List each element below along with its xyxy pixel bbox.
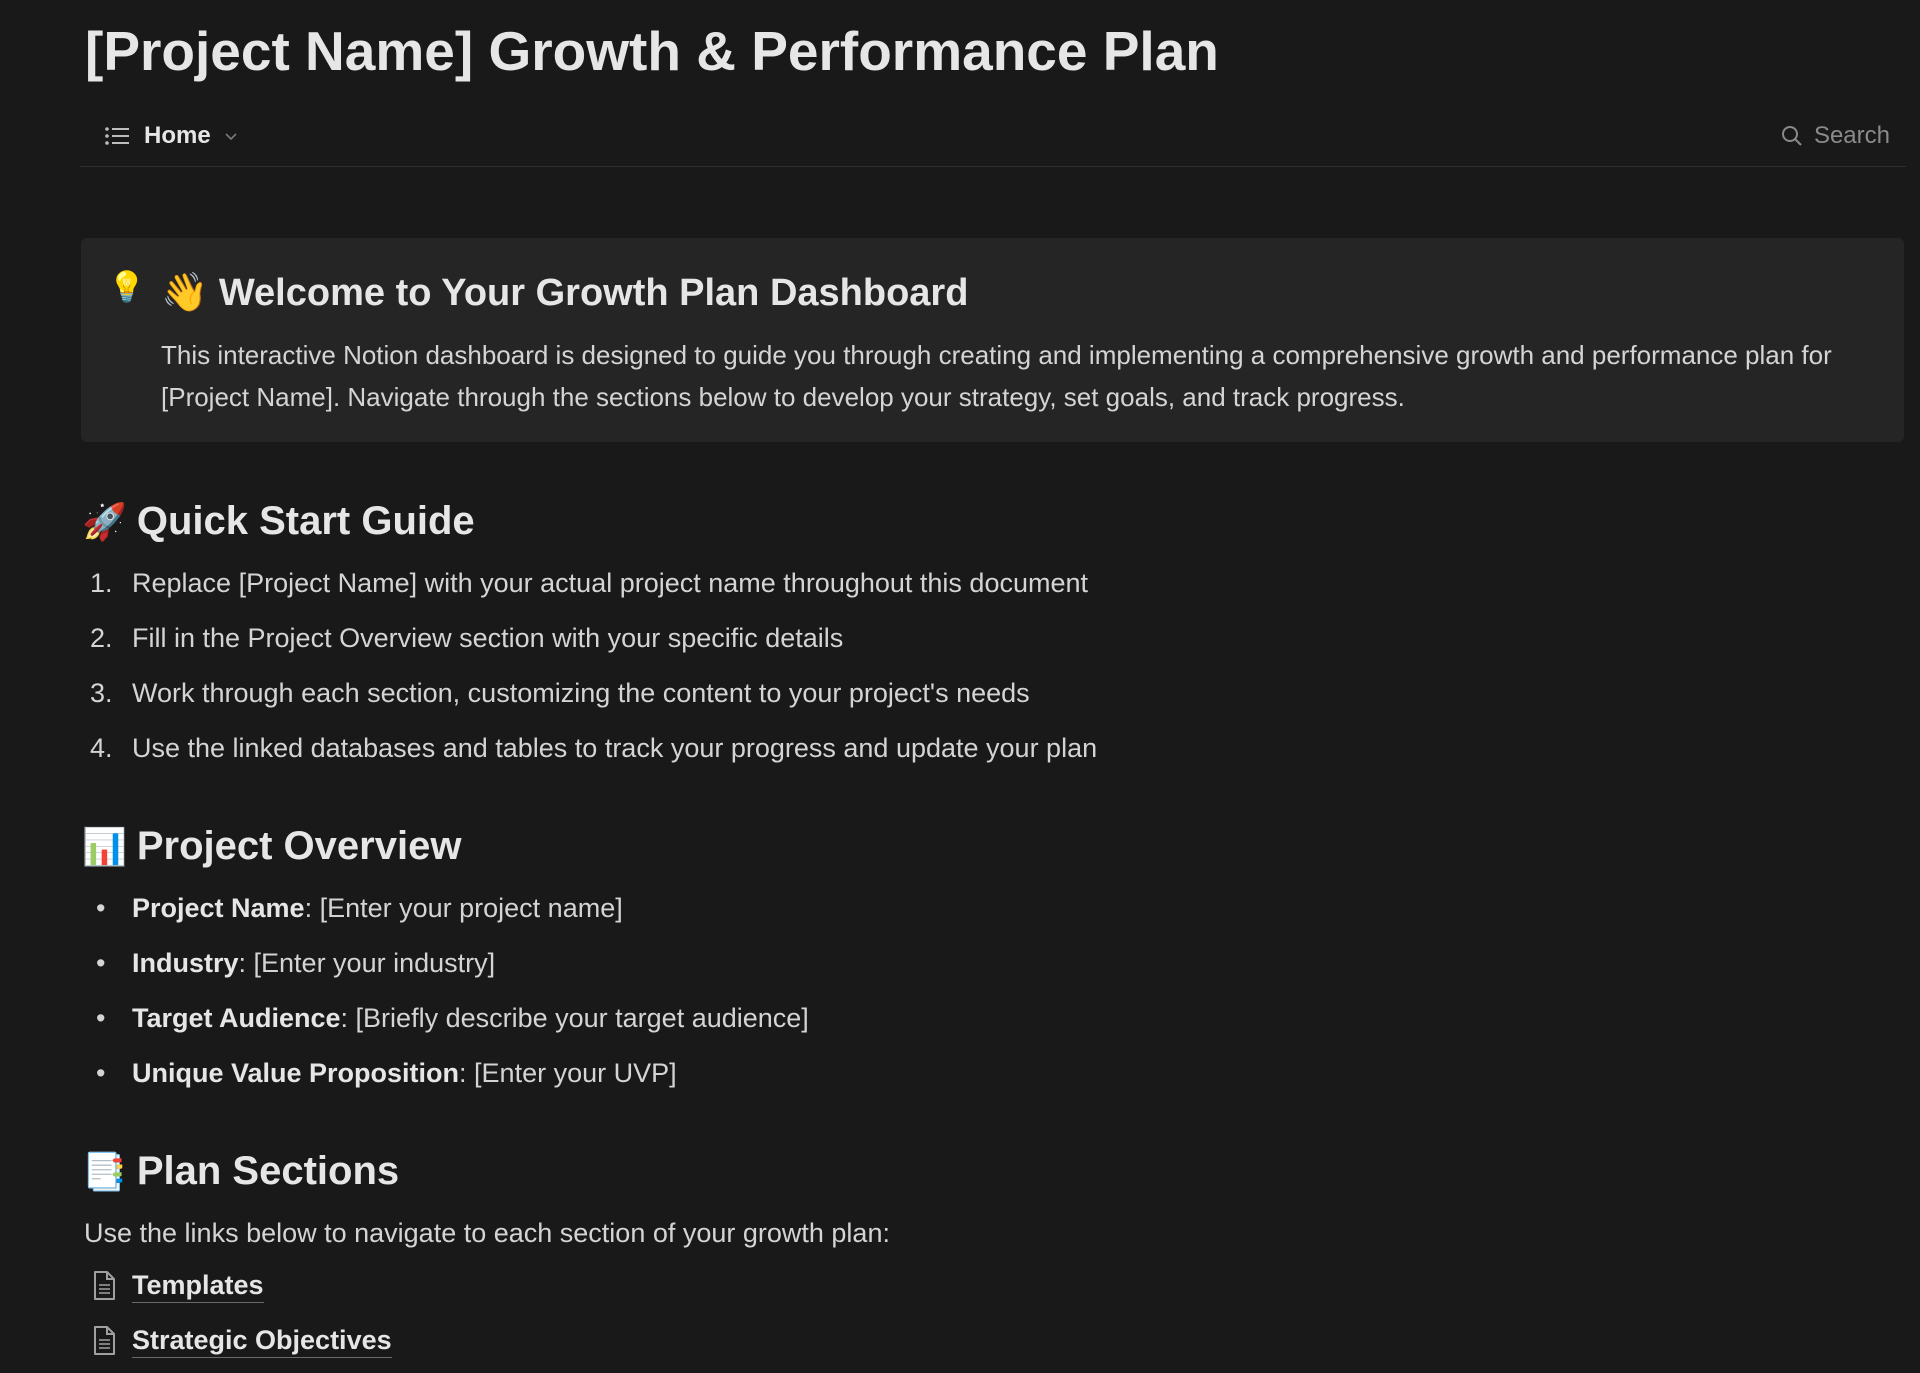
chevron-down-icon [225,133,237,141]
list-item: 2. Fill in the Project Overview section w… [90,623,844,653]
page-link-label[interactable]: Templates [132,1268,264,1303]
project-overview-heading: 📊 Project Overview [82,819,461,874]
search-icon [1781,126,1802,146]
plan-sections-intro: Use the links below to navigate to each … [84,1218,890,1248]
bullet-icon: • [96,1058,106,1088]
document-icon [94,1270,115,1300]
page-link-strategic-objectives[interactable]: Strategic Objectives [90,1323,392,1358]
list-item: • Project Name: [Enter your project name] [90,889,623,927]
page-link-templates[interactable]: Templates [90,1268,264,1303]
list-item: 4. Use the linked databases and tables to… [90,733,1098,763]
quick-start-heading-text: Quick Start Guide [136,499,475,543]
list-item: 3. Work through each section, customizing… [90,678,1030,708]
page-link-label[interactable]: Strategic Objectives [132,1323,392,1358]
plan-sections-heading-text: Plan Sections [136,1149,400,1193]
search-button[interactable]: Search [1780,118,1890,154]
home-view-selector[interactable]: Home [104,118,239,154]
list-item: • Target Audience: [Briefly describe your… [90,999,809,1037]
project-overview-heading-text: Project Overview [136,824,462,868]
page-title: [Project Name] Growth & Performance Plan [85,20,1219,82]
list-item: • Industry: [Enter your industry] [90,944,495,982]
rocket-icon: 🚀 [82,501,127,542]
quick-start-heading: 🚀 Quick Start Guide [82,494,475,549]
callout-heading: 👋 Welcome to Your Growth Plan Dashboard [161,272,969,314]
plan-sections-heading: 📑 Plan Sections [82,1144,399,1199]
bar-chart-icon: 📊 [82,826,127,867]
search-label: Search [1813,122,1890,149]
home-label: Home [144,122,211,149]
lightbulb-icon[interactable]: 💡 [108,268,145,308]
document-icon [94,1325,115,1355]
top-nav-bar: Home Search [80,110,1906,167]
welcome-callout: 💡 👋 Welcome to Your Growth Plan Dashboar… [81,238,1904,442]
list-icon [105,127,129,145]
list-item: 1. Replace [Project Name] with your actua… [90,568,1088,598]
bullet-icon: • [96,893,106,923]
callout-body: This interactive Notion dashboard is des… [161,340,1832,412]
list-item: • Unique Value Proposition: [Enter your U… [90,1054,677,1092]
bookmark-tabs-icon: 📑 [82,1151,127,1192]
bullet-icon: • [96,1003,106,1033]
bullet-icon: • [96,948,106,978]
